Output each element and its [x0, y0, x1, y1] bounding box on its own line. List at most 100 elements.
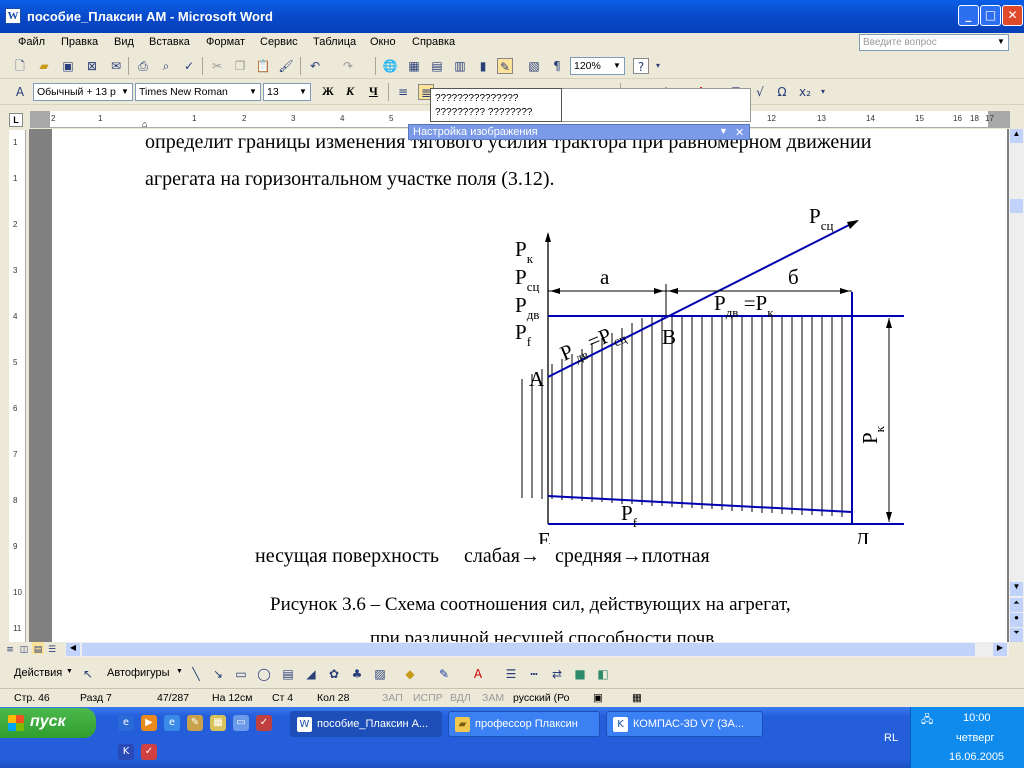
status-ovr[interactable]: ЗАМ — [482, 692, 504, 704]
task-word[interactable]: W пособие_Плаксин А... — [290, 711, 442, 737]
autoshapes-menu[interactable]: Автофигуры — [107, 667, 170, 679]
paste-icon[interactable]: 📋 — [255, 58, 271, 74]
spelling-status-icon[interactable]: ▣ — [593, 692, 603, 704]
print-icon[interactable]: ⎙ — [135, 58, 151, 74]
spelling-icon[interactable]: ✓ — [181, 58, 197, 74]
rectangle-tool-icon[interactable]: ▭ — [233, 666, 249, 682]
font-size-select[interactable]: 13 ▼ — [263, 83, 311, 101]
shadow-style-icon[interactable]: ■ — [572, 666, 588, 682]
picture-toolbar-close-icon[interactable]: ✕ — [735, 126, 744, 139]
scroll-thumb[interactable] — [1010, 199, 1023, 213]
status-ext[interactable]: ВДЛ — [450, 692, 471, 704]
subscript-icon[interactable]: x₂ — [797, 84, 813, 100]
format-painter-icon[interactable]: 🖌 — [278, 58, 294, 74]
redo-icon[interactable]: ↷ — [340, 58, 356, 74]
select-pointer-icon[interactable]: ↖ — [80, 666, 96, 682]
vertical-scrollbar[interactable]: ▲ ▼ ⏶ ● ⏷ — [1009, 129, 1024, 642]
clipart-icon[interactable]: ♣ — [349, 666, 365, 682]
task-folder[interactable]: ▰ профессор Плаксин — [448, 711, 600, 737]
toolbar-options-icon[interactable]: ▾ — [650, 58, 666, 74]
insert-picture-icon[interactable]: ▨ — [372, 666, 388, 682]
picture-toolbar-title[interactable]: Настройка изображения ▼ ✕ — [408, 124, 750, 140]
styles-pane-icon[interactable]: A — [12, 84, 28, 100]
font-select[interactable]: Times New Roman ▼ — [135, 83, 261, 101]
status-rec[interactable]: ЗАП — [382, 692, 403, 704]
3d-style-icon[interactable]: ◧ — [595, 666, 611, 682]
actions-menu[interactable]: Действия — [14, 667, 62, 679]
menu-help[interactable]: Справка — [412, 36, 455, 48]
help-icon[interactable]: ? — [633, 58, 649, 74]
status-trk[interactable]: ИСПР — [413, 692, 443, 704]
menu-format[interactable]: Формат — [206, 36, 245, 48]
menu-insert[interactable]: Вставка — [149, 36, 190, 48]
force-diagram[interactable]: Рк Рсц Рдв Рf а б Рсц Рдв =Рк Рдв =Рсц А… — [452, 204, 912, 544]
close-button[interactable]: ✕ — [1002, 5, 1023, 26]
picture-toolbar-dropdown-icon[interactable]: ▼ — [719, 126, 728, 136]
style-select[interactable]: Обычный + 13 р ▼ — [33, 83, 133, 101]
underline-button[interactable]: Ч — [369, 84, 378, 99]
maximize-button[interactable]: □ — [980, 5, 1001, 26]
menu-table[interactable]: Таблица — [313, 36, 356, 48]
help-search-input[interactable]: Введите вопрос — [859, 34, 1009, 51]
bold-button[interactable]: Ж — [322, 84, 334, 99]
document-map-icon[interactable]: ▧ — [526, 58, 542, 74]
hyperlink-icon[interactable]: 🌐 — [382, 58, 398, 74]
web-view-icon[interactable]: ◫ — [18, 642, 30, 655]
diagram-tool-icon[interactable]: ✿ — [326, 666, 342, 682]
show-desktop-icon[interactable]: ▭ — [233, 715, 249, 731]
vertical-ruler[interactable]: 1 1 2 3 4 5 6 7 8 9 10 11 — [9, 130, 26, 642]
scroll-up-icon[interactable]: ▲ — [1010, 129, 1023, 143]
quicklaunch-icon-5[interactable]: ▦ — [210, 715, 226, 731]
menu-file[interactable]: Файл — [18, 36, 45, 48]
textbox-icon[interactable]: ▤ — [280, 666, 296, 682]
insert-table-icon[interactable]: ▤ — [429, 58, 445, 74]
menu-tools[interactable]: Сервис — [260, 36, 298, 48]
menu-window[interactable]: Окно — [370, 36, 396, 48]
align-left-icon[interactable]: ≡ — [395, 84, 411, 100]
scroll-down-icon[interactable]: ▼ — [1010, 582, 1023, 596]
style-dropdown-icon[interactable]: ▼ — [119, 85, 131, 99]
autoshapes-dropdown-icon[interactable]: ▼ — [176, 668, 183, 675]
tab-selector-icon[interactable]: L — [9, 113, 23, 127]
word-icon[interactable]: W — [5, 8, 21, 24]
quicklaunch-icon-4[interactable]: ✎ — [187, 715, 203, 731]
columns-icon[interactable]: ▮ — [475, 58, 491, 74]
line-style-icon[interactable]: ☰ — [503, 666, 519, 682]
line-tool-icon[interactable]: ╲ — [188, 666, 204, 682]
quicklaunch-icon-8[interactable]: K — [118, 744, 134, 760]
menu-edit[interactable]: Правка — [61, 36, 98, 48]
task-kompas[interactable]: K КОМПАС-3D V7 (ЗА... — [606, 711, 763, 737]
insert-excel-icon[interactable]: ▥ — [452, 58, 468, 74]
fill-color-icon[interactable]: ◆ — [402, 666, 418, 682]
italic-button[interactable]: К — [346, 84, 354, 99]
next-page-icon[interactable]: ⏷ — [1010, 628, 1023, 642]
ie-icon[interactable]: e — [118, 715, 134, 731]
arrow-tool-icon[interactable]: ↘ — [210, 666, 226, 682]
dash-style-icon[interactable]: ┅ — [526, 666, 542, 682]
previous-page-icon[interactable]: ⏶ — [1010, 598, 1023, 612]
quicklaunch-icon-9[interactable]: ✓ — [141, 744, 157, 760]
clock-time[interactable]: 10:00 — [963, 712, 991, 724]
omega-symbol-icon[interactable]: Ω — [774, 84, 790, 100]
cut-icon[interactable]: ✂ — [209, 58, 225, 74]
email-icon[interactable]: ✉ — [108, 58, 124, 74]
font-color-draw-icon[interactable]: A — [470, 666, 486, 682]
print-preview-icon[interactable]: ⌕ — [158, 58, 174, 74]
document-page[interactable]: определит границы изменения тягового уси… — [52, 129, 1007, 642]
start-button[interactable]: пуск — [0, 708, 96, 738]
undo-icon[interactable]: ↶ — [307, 58, 323, 74]
oval-tool-icon[interactable]: ◯ — [256, 666, 272, 682]
scroll-left-icon[interactable]: ◀ — [66, 643, 80, 656]
title-bar[interactable]: W пособие_Плаксин АМ - Microsoft Word _ … — [0, 0, 1024, 33]
browse-object-icon[interactable]: ● — [1010, 613, 1023, 627]
line-color-icon[interactable]: ✎ — [436, 666, 452, 682]
scroll-right-icon[interactable]: ▶ — [993, 643, 1007, 656]
menu-view[interactable]: Вид — [114, 36, 134, 48]
network-icon[interactable]: 🖧 — [921, 711, 933, 730]
drawing-icon[interactable]: ✎ — [497, 58, 513, 74]
outlook-icon[interactable]: e — [164, 715, 180, 731]
open-folder-icon[interactable]: ▰ — [36, 58, 52, 74]
save-icon[interactable]: ▣ — [60, 58, 76, 74]
outline-view-icon[interactable]: ☰ — [46, 642, 58, 655]
show-formatting-icon[interactable]: ¶ — [549, 58, 565, 74]
